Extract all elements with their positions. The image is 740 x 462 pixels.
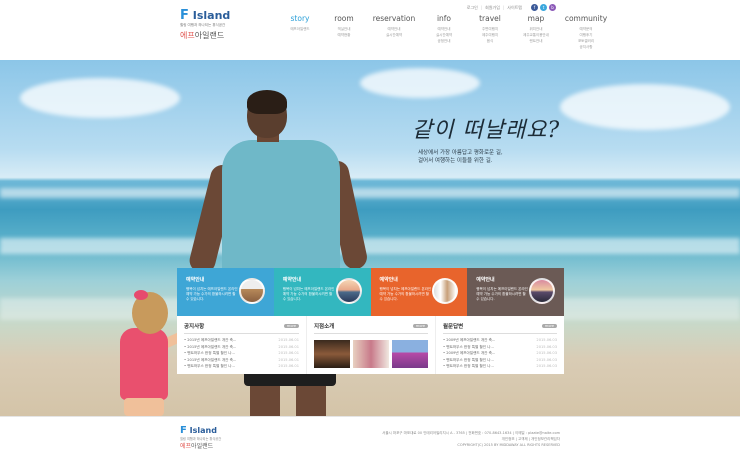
hero-subtext: 걸어서 여행하는 이들을 위한 길. bbox=[418, 158, 493, 164]
divider: | bbox=[480, 5, 483, 10]
footer-copyright: COPYRIGHT(C) 2015 BY MIDDAWAY ALL RIGHTS… bbox=[457, 443, 560, 447]
twitter-icon[interactable]: t bbox=[540, 4, 547, 11]
logo-mark: F Island bbox=[180, 8, 231, 23]
nav-sub-item[interactable]: 에프아일랜드 bbox=[280, 26, 320, 32]
header: 로그인 | 회원가입 | 사이트맵 f t b F Island 힐링 여행과 … bbox=[0, 0, 740, 60]
list-item[interactable]: • 펜트하우스 한정 특별 할인 나... 2015.06.01 bbox=[184, 363, 299, 370]
more-button[interactable]: more bbox=[541, 324, 557, 328]
card-desc: 행복이 넘치는 에프아일랜드 온라인 예약 가능 수가의 환불하시려면 할 수 … bbox=[186, 287, 238, 301]
wave-shape bbox=[0, 238, 740, 254]
logo-name: 에프아일랜드 bbox=[180, 31, 225, 40]
nav-travel: travel 주변여행지 제주여행지 음식 bbox=[468, 14, 512, 50]
sunset-thumbnail bbox=[335, 278, 362, 304]
main-nav: story 에프아일랜드 room 객실안내 예약현황 reservation … bbox=[280, 14, 616, 50]
gallery-photo[interactable] bbox=[314, 340, 350, 368]
nav-reservation-link[interactable]: reservation bbox=[368, 14, 420, 23]
facebook-icon[interactable]: f bbox=[531, 4, 538, 11]
girl-figure bbox=[120, 328, 168, 400]
blog-icon[interactable]: b bbox=[549, 4, 556, 11]
nav-map: map 위치안내 제주교통이용안내 렌트안내 bbox=[516, 14, 556, 50]
footer-logo[interactable]: F Island 힐링 여행과 하나되는 휴식공간 에프아일랜드 bbox=[180, 425, 221, 450]
nav-info-link[interactable]: info bbox=[424, 14, 464, 23]
login-link[interactable]: 로그인 bbox=[467, 5, 478, 11]
card-desc: 행복이 넘치는 에프아일랜드 온라인 예약 가능 수가의 환불하시려면 할 수 … bbox=[476, 287, 528, 301]
feature-card[interactable]: 예약안내 행복이 넘치는 에프아일랜드 온라인 예약 가능 수가의 환불하시려면… bbox=[273, 268, 371, 316]
qna-title: 월문답변 bbox=[443, 324, 464, 330]
footer: F Island 힐링 여행과 하나되는 휴식공간 에프아일랜드 서울시 마포구… bbox=[0, 416, 740, 462]
nav-sub-item[interactable]: 실시간예약 bbox=[368, 32, 420, 38]
nav-sub-item[interactable]: 예약현황 bbox=[324, 32, 364, 38]
man-figure bbox=[222, 140, 340, 282]
wave-shape bbox=[0, 188, 740, 198]
box-header: 월문답변 more bbox=[443, 322, 557, 334]
utility-links: 로그인 | 회원가입 | 사이트맵 f t b bbox=[467, 4, 556, 11]
footer-info: 서울시 마포구 마포대로 00 인테리어빌리지시 A - 3765 | 전화번호… bbox=[382, 430, 560, 448]
sns-links: f t b bbox=[531, 4, 556, 11]
qna-list: • 2009년 에프아일랜드 개관 축... 2015.06.03 • 펜트하우스… bbox=[443, 337, 557, 370]
nav-info: info 예약안내 실시간예약 공정안내 bbox=[424, 14, 464, 50]
man-figure bbox=[296, 382, 326, 416]
nav-room-link[interactable]: room bbox=[324, 14, 364, 23]
girl-figure bbox=[134, 290, 148, 300]
gallery-photo[interactable] bbox=[353, 340, 389, 368]
nav-story-link[interactable]: story bbox=[280, 14, 320, 23]
nav-community: community 예약문의 여행후기 포토갤러리 공지사항 bbox=[560, 14, 612, 50]
feature-card[interactable]: 예약안내 행복이 넘치는 에프아일랜드 온라인 예약 가능 수가의 환불하시려면… bbox=[177, 268, 274, 316]
feature-card[interactable]: 예약안내 행복이 넘치는 에프아일랜드 온라인 예약 가능 수가의 환불하시려면… bbox=[467, 268, 564, 316]
more-button[interactable]: more bbox=[283, 324, 299, 328]
card-desc: 행복이 넘치는 에프아일랜드 온라인 예약 가능 수가의 환불하시려면 할 수 … bbox=[282, 287, 335, 301]
logo-name: 에프아일랜드 bbox=[180, 443, 214, 450]
nav-sub-item[interactable]: 음식 bbox=[468, 38, 512, 44]
hero-headline: 같이 떠날래요? bbox=[412, 118, 561, 143]
room-thumbnail bbox=[432, 278, 459, 304]
nav-sub-item[interactable]: 공지사항 bbox=[560, 44, 612, 50]
logo-tagline: 힐링 여행과 하나되는 휴식공간 bbox=[180, 23, 226, 27]
card-desc: 행복이 넘치는 에프아일랜드 온라인 예약 가능 수가의 환불하시려면 할 수 … bbox=[379, 287, 432, 301]
nav-reservation: reservation 예약안내 실시간예약 bbox=[368, 14, 420, 50]
divider: | bbox=[502, 5, 505, 10]
cloud-shape bbox=[20, 78, 180, 118]
cloud-shape bbox=[360, 68, 480, 98]
logo-mark: F Island bbox=[180, 425, 217, 436]
logo[interactable]: F Island 힐링 여행과 하나되는 휴식공간 에프아일랜드 bbox=[180, 8, 250, 41]
photo-strip bbox=[314, 340, 428, 368]
page: 로그인 | 회원가입 | 사이트맵 f t b F Island 힐링 여행과 … bbox=[0, 0, 740, 462]
list-item[interactable]: • 펜트하우스 한정 특별 할인 나... 2015.06.03 bbox=[443, 363, 557, 370]
nav-sub-item[interactable]: 렌트안내 bbox=[516, 38, 556, 44]
info-boxes: 공지사항 more • 2015년 에프아일랜드 개관 축... 2015.06.… bbox=[177, 316, 564, 374]
gallery-title: 지점소개 bbox=[314, 324, 335, 330]
more-button[interactable]: more bbox=[412, 324, 428, 328]
nav-room: room 객실안내 예약현황 bbox=[324, 14, 364, 50]
nav-sub-item[interactable]: 공정안내 bbox=[424, 38, 464, 44]
join-link[interactable]: 회원가입 bbox=[485, 5, 500, 11]
sunset-thumbnail bbox=[529, 278, 555, 304]
gallery-photo[interactable] bbox=[392, 340, 428, 368]
notice-title: 공지사항 bbox=[184, 324, 205, 330]
nav-travel-link[interactable]: travel bbox=[468, 14, 512, 23]
box-header: 공지사항 more bbox=[184, 322, 299, 334]
man-figure bbox=[250, 382, 280, 416]
room-thumbnail bbox=[238, 278, 265, 304]
notice-box: 공지사항 more • 2015년 에프아일랜드 개관 축... 2015.06.… bbox=[177, 316, 306, 374]
nav-map-link[interactable]: map bbox=[516, 14, 556, 23]
gallery-box: 지점소개 more bbox=[306, 316, 435, 374]
cloud-shape bbox=[560, 84, 730, 130]
feature-cards: 예약안내 행복이 넘치는 에프아일랜드 온라인 예약 가능 수가의 환불하시려면… bbox=[177, 268, 564, 316]
nav-community-link[interactable]: community bbox=[560, 14, 612, 23]
feature-card[interactable]: 예약안내 행복이 넘치는 에프아일랜드 온라인 예약 가능 수가의 환불하시려면… bbox=[370, 268, 468, 316]
sitemap-link[interactable]: 사이트맵 bbox=[507, 5, 522, 11]
box-header: 지점소개 more bbox=[314, 322, 428, 334]
qna-box: 월문답변 more • 2009년 에프아일랜드 개관 축... 2015.06.… bbox=[435, 316, 564, 374]
info-panel: 예약안내 행복이 넘치는 에프아일랜드 온라인 예약 가능 수가의 환불하시려면… bbox=[177, 268, 564, 374]
man-figure bbox=[247, 90, 287, 114]
hero-subtext: 세상에서 가장 아름답고 평화로운 길, bbox=[418, 150, 503, 156]
girl-figure bbox=[124, 398, 164, 416]
nav-story: story 에프아일랜드 bbox=[280, 14, 320, 50]
notice-list: • 2015년 에프아일랜드 개관 축... 2015.06.01 • 2015년… bbox=[184, 337, 299, 370]
